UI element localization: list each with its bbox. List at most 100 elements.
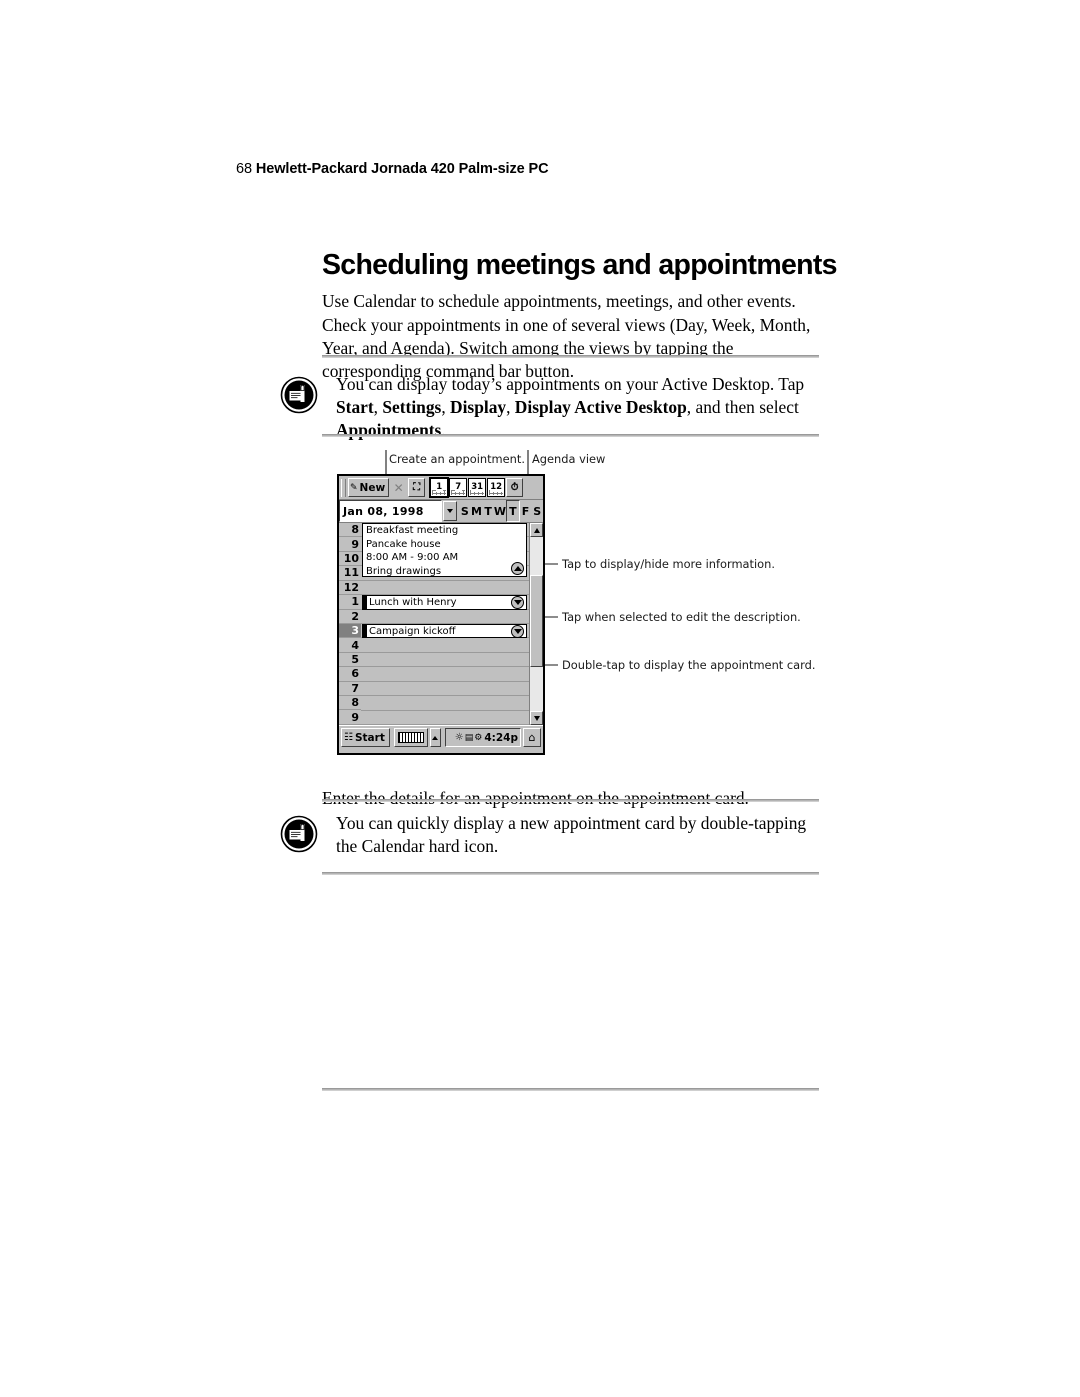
divider-rule [322,355,819,358]
tip1-bold-display: Display [450,397,507,418]
tip1-bold-start: Start [336,397,374,418]
appointment-notes: Bring drawings [366,565,442,577]
appointment-title: Campaign kickoff [369,626,456,637]
hour-label[interactable]: 8 [339,523,361,538]
page-title: Scheduling meetings and appointments [322,249,837,282]
running-head-title: Hewlett-Packard Jornada 420 Palm-size PC [255,161,549,177]
scrollbar-thumb[interactable] [530,575,543,667]
scroll-down-arrow[interactable] [530,711,543,725]
vertical-scrollbar[interactable] [529,523,543,725]
time-slot[interactable] [361,711,529,725]
scrollbar-track[interactable] [530,537,543,711]
home-button[interactable]: ⌂ [523,728,541,747]
input-panel-chevron-button[interactable] [429,728,441,747]
tip1-sep4: , and then select [686,397,799,418]
weekday-saturday[interactable]: S [531,500,543,522]
appointment-slots: Breakfast meeting Pancake house 8:00 AM … [361,523,529,725]
beam-icon[interactable]: ⛶ [408,478,426,497]
collapse-chevron-up-icon[interactable] [511,562,524,575]
selection-bar [363,625,367,638]
time-slot[interactable] [361,638,529,653]
callout-agenda-view: Agenda view [532,452,606,466]
date-dropdown-button[interactable] [443,501,457,521]
chevron-up-icon [432,735,439,740]
weekday-thursday[interactable]: T [506,500,520,522]
battery-icon[interactable]: ▤ [465,733,474,743]
tip1-sep3: , [506,397,515,418]
appointment-campaign-kickoff[interactable]: Campaign kickoff [362,624,527,639]
time-slot[interactable] [361,696,529,711]
divider-rule [322,1088,819,1091]
hour-label[interactable]: 1 [339,595,361,610]
command-bar: ✎ New ✕ ⛶ 1 7 31 12 ⏱ [339,476,543,500]
soft-keyboard-button[interactable] [393,728,428,747]
tray-clock[interactable]: 4:24p [484,732,518,744]
time-slot[interactable] [361,667,529,682]
day-view-label: 1 [435,482,443,493]
hour-label[interactable]: 10 [339,552,361,567]
appointment-time: 8:00 AM - 9:00 AM [366,552,459,563]
expand-chevron-down-icon[interactable] [511,625,524,638]
appointment-title: Lunch with Henry [369,597,457,609]
tip1-tail: . [441,420,446,441]
time-slot[interactable] [361,610,529,624]
page-number: 68 [236,161,252,177]
appointment-lunch-with-henry[interactable]: Lunch with Henry [362,595,527,610]
delete-x-icon[interactable]: ✕ [390,478,407,497]
time-slot[interactable] [361,581,529,596]
divider-rule [322,799,819,802]
start-button-label: Start [354,731,385,744]
windows-start-icon: ☷ [344,732,353,743]
hour-label[interactable]: 12 [339,581,361,596]
soft-keyboard-icon [397,732,424,743]
hour-label-selected[interactable]: 3 [339,623,361,639]
appointment-location: Pancake house [366,538,441,550]
selection-bar [363,596,367,609]
callout-appointment-card: Double-tap to display the appointment ca… [562,658,816,672]
hour-label[interactable]: 6 [339,667,361,682]
volume-icon[interactable]: ☼ [455,732,464,743]
tip1-prefix: You can display today’s appointments on … [336,374,805,394]
hour-label[interactable]: 11 [339,566,361,581]
tip1-bold-appointments: Appointments [336,420,442,441]
toolbar-grip[interactable] [341,478,346,497]
chevron-down-icon [447,509,453,513]
hour-label[interactable]: 9 [339,537,361,552]
hour-label[interactable]: 5 [339,653,361,668]
weekday-tuesday[interactable]: T [482,500,494,522]
time-slot[interactable] [361,653,529,668]
connection-icon[interactable]: ⚙ [474,733,482,743]
weekday-monday[interactable]: M [471,500,483,522]
hour-column: 8 9 10 11 12 1 2 3 4 5 6 7 8 9 [339,523,361,725]
weekday-wednesday[interactable]: W [494,500,506,522]
weekday-strip: S M T W T F S [459,500,543,522]
day-view-button[interactable]: 1 [429,477,450,498]
taskbar: ☷ Start ☼ ▤ ⚙ 4:24p ⌂ [339,725,543,749]
appointment-breakfast-meeting[interactable]: Breakfast meeting Pancake house 8:00 AM … [362,523,527,577]
start-button[interactable]: ☷ Start [341,728,390,747]
agenda-view-icon[interactable]: ⏱ [506,478,524,497]
week-view-label: 7 [454,482,462,493]
divider-rule [322,872,819,875]
hour-label[interactable]: 4 [339,638,361,653]
year-view-button[interactable]: 12 [487,478,506,497]
divider-rule [322,434,819,437]
time-slot[interactable] [361,682,529,697]
scroll-up-arrow[interactable] [530,523,543,537]
new-appointment-button[interactable]: ✎ New [348,478,390,497]
month-view-button[interactable]: 31 [468,478,487,497]
hour-label[interactable]: 7 [339,682,361,697]
tip1-bold-settings: Settings [382,397,442,418]
hour-label[interactable]: 9 [339,710,361,725]
home-icon: ⌂ [528,731,536,744]
tip1-bold-display-active-desktop: Display Active Desktop [514,397,687,418]
current-date-field[interactable]: Jan 08, 1998 [339,500,442,522]
hour-label[interactable]: 2 [339,610,361,624]
week-view-button[interactable]: 7 [449,478,468,497]
weekday-friday[interactable]: F [520,500,532,522]
tip-text-active-desktop: You can display today’s appointments on … [336,373,826,443]
weekday-sunday[interactable]: S [459,500,471,522]
note-tip-icon [280,376,318,414]
hour-label[interactable]: 8 [339,696,361,711]
tip-text-appointment-card: You can quickly display a new appointmen… [336,813,807,857]
